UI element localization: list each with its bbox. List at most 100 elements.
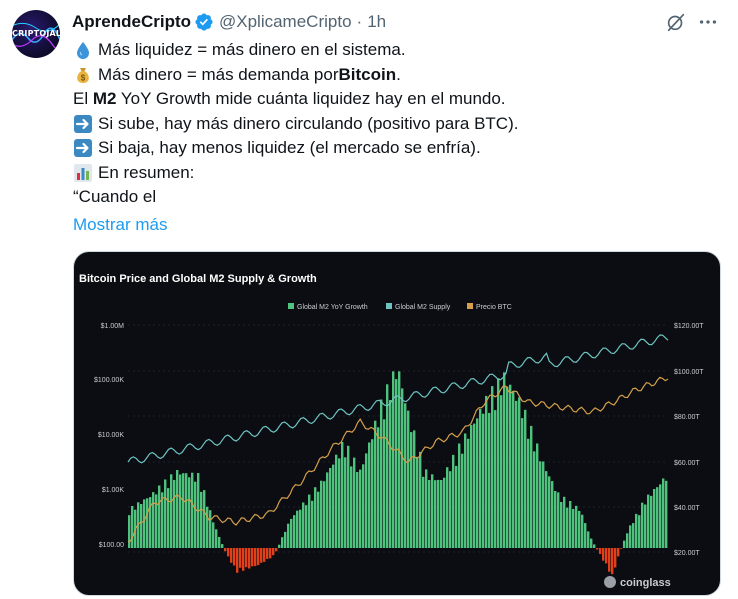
growth-bar: [581, 514, 584, 548]
text-line-1: Más liquidez = más dinero en el sistema.: [73, 38, 713, 63]
growth-bar-negative: [245, 548, 248, 568]
growth-bar: [203, 490, 206, 548]
growth-bar: [656, 487, 659, 548]
growth-bar: [164, 479, 167, 548]
growth-bar: [482, 413, 485, 548]
timestamp[interactable]: 1h: [367, 12, 386, 32]
display-name[interactable]: AprendeCripto: [72, 12, 191, 32]
growth-bar: [128, 515, 131, 548]
growth-bar: [518, 397, 521, 548]
left-tick-label: $1.00M: [101, 323, 125, 330]
growth-bar-negative: [227, 548, 230, 557]
growth-bar: [422, 476, 425, 548]
growth-bar: [155, 494, 158, 548]
author-handle[interactable]: @XplicameCripto: [219, 12, 352, 32]
growth-bar: [551, 481, 554, 548]
growth-bar-negative: [272, 548, 275, 556]
growth-bar: [377, 427, 380, 548]
growth-bar: [380, 399, 383, 548]
growth-bar: [497, 378, 500, 548]
growth-bar: [212, 522, 215, 548]
growth-bar: [539, 461, 542, 548]
growth-bar-negative: [605, 548, 608, 564]
text-line-2-post: .: [396, 64, 401, 84]
growth-bar: [659, 484, 662, 548]
growth-bar: [158, 485, 161, 548]
growth-bar-negative: [596, 548, 599, 550]
growth-bar: [563, 496, 566, 548]
growth-bar: [491, 386, 494, 548]
growth-bar: [329, 468, 332, 548]
left-tick-label: $100.00K: [94, 377, 124, 384]
growth-bar: [173, 480, 176, 548]
growth-bar: [401, 388, 404, 548]
growth-bar-negative: [269, 548, 272, 559]
growth-bar-negative: [599, 548, 602, 554]
growth-bar: [323, 481, 326, 548]
verified-badge-icon[interactable]: [194, 12, 214, 32]
left-axis-ticks: $1.00M $100.00K $10.00K $1.00K $100.00: [94, 323, 124, 549]
growth-bar: [419, 451, 422, 548]
chart-image[interactable]: Bitcoin Price and Global M2 Supply & Gro…: [73, 251, 721, 596]
growth-bar: [569, 501, 572, 548]
left-tick-label: $10.00K: [98, 432, 124, 439]
growth-bar: [278, 544, 281, 548]
growth-bar: [287, 523, 290, 548]
growth-bar: [359, 469, 362, 548]
growth-bar: [554, 491, 557, 548]
growth-bar-negative: [263, 548, 266, 562]
growth-bar-negative: [617, 548, 620, 557]
growth-bar: [332, 464, 335, 548]
growth-bar: [281, 537, 284, 548]
growth-bar: [584, 523, 587, 548]
coinglass-text: coinglass: [620, 577, 671, 589]
growth-bar: [344, 457, 347, 548]
growth-bar: [386, 384, 389, 548]
text-line-1-content: Más liquidez = más dinero en el sistema.: [98, 40, 406, 59]
growth-bar: [371, 439, 374, 548]
growth-bar: [353, 457, 356, 548]
growth-bar: [467, 438, 470, 548]
text-line-5-content: Si baja, hay menos liquidez (el mercado …: [98, 138, 481, 157]
growth-bar: [206, 506, 209, 548]
growth-bar: [200, 491, 203, 548]
growth-bar: [488, 412, 491, 548]
growth-bar: [350, 466, 353, 548]
growth-bar-negative: [260, 548, 263, 563]
growth-bar: [320, 480, 323, 548]
chart-legend: Global M2 YoY Growth Global M2 Supply Prec…: [288, 303, 512, 311]
growth-bar: [638, 515, 641, 548]
growth-bar-negative: [602, 548, 605, 561]
growth-bar: [389, 400, 392, 548]
growth-bar: [299, 509, 302, 548]
text-line-7: “Cuando el: [73, 185, 713, 210]
growth-bar-negative: [236, 548, 239, 573]
growth-bar: [374, 420, 377, 548]
growth-bar: [182, 473, 185, 548]
avatar[interactable]: CRIPTOJALD: [12, 10, 60, 58]
more-dots-icon[interactable]: [697, 11, 719, 33]
right-tick-label: $20.00T: [674, 550, 700, 557]
growth-bar-negative: [275, 548, 278, 552]
grok-slash-icon[interactable]: [665, 11, 687, 33]
growth-bar: [536, 443, 539, 548]
growth-bar: [494, 410, 497, 548]
bar-chart-icon: [74, 163, 92, 182]
growth-bar: [548, 476, 551, 548]
tweet-article[interactable]: CRIPTOJALD AprendeCripto @XplicameCripto…: [0, 0, 738, 599]
growth-bar-negative: [608, 548, 611, 572]
tweet-header: AprendeCripto @XplicameCripto · 1h: [72, 11, 386, 33]
show-more-link[interactable]: Mostrar más: [73, 213, 713, 238]
legend-swatch: [386, 303, 392, 309]
growth-bar-negative: [248, 548, 251, 569]
growth-bar-negative: [620, 548, 623, 549]
growth-bar: [470, 425, 473, 548]
growth-bar: [635, 513, 638, 548]
growth-bar: [566, 507, 569, 548]
growth-bar: [557, 492, 560, 548]
text-line-2: $ Más dinero = más demanda por Bitcoin .: [73, 63, 713, 88]
growth-bar: [290, 518, 293, 548]
growth-bar: [215, 529, 218, 548]
growth-bar: [452, 454, 455, 548]
growth-bar: [413, 430, 416, 548]
